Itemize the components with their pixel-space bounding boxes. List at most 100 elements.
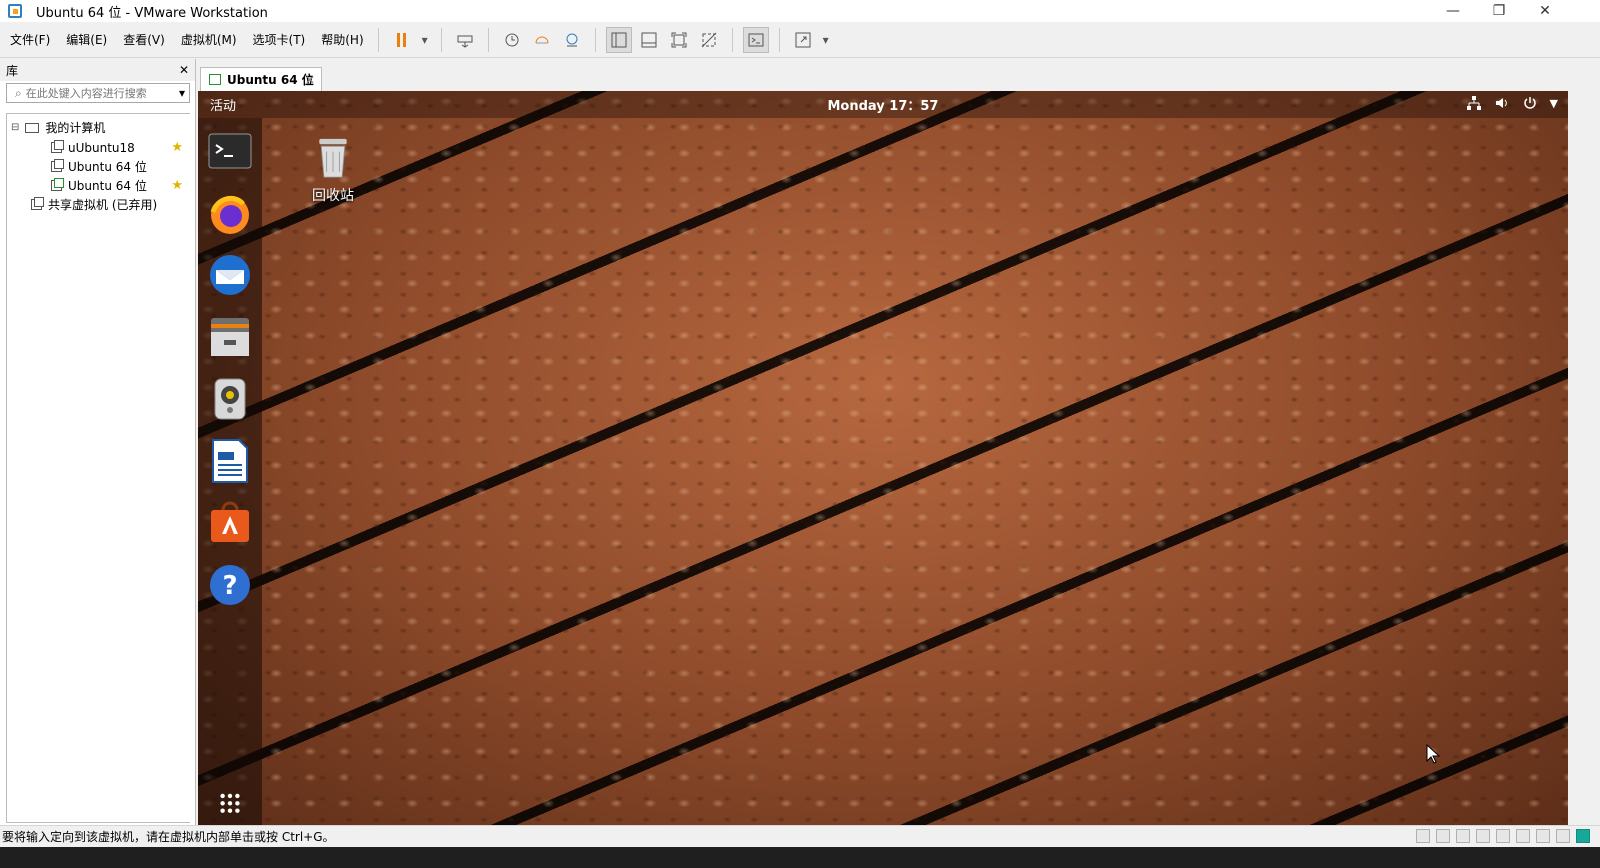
vm-console[interactable]: 活动 Monday 17：57 ▼ ? 回收站: [198, 91, 1568, 825]
windows-taskbar: [0, 847, 1600, 868]
menu-file[interactable]: 文件(F): [4, 31, 56, 48]
clock[interactable]: Monday 17：57: [198, 95, 1568, 114]
network-adapter-icon[interactable]: [1476, 829, 1490, 843]
thunderbird-icon: [210, 255, 250, 295]
menu-tabs[interactable]: 选项卡(T): [247, 31, 312, 48]
ubuntu-software-icon: [211, 501, 249, 542]
printer-icon[interactable]: [1516, 829, 1530, 843]
system-tray[interactable]: ▼: [1466, 95, 1558, 111]
unity-icon: [701, 32, 716, 47]
collapse-icon[interactable]: ⊟: [11, 122, 19, 133]
thunderbird-app[interactable]: [207, 252, 253, 298]
rhythmbox-app[interactable]: [207, 376, 253, 422]
cd-dvd-icon[interactable]: [1436, 829, 1450, 843]
message-log-icon[interactable]: [1576, 829, 1590, 843]
ubuntu-dock: ?: [198, 118, 262, 825]
vm-label: Ubuntu 64 位: [68, 179, 147, 193]
revert-snapshot-button[interactable]: [529, 27, 555, 53]
tree-root-label: 我的计算机: [45, 121, 106, 135]
close-library-icon[interactable]: ✕: [179, 63, 189, 77]
library-search[interactable]: ⌕ ▾: [6, 83, 190, 103]
status-bar: 要将输入定向到该虚拟机，请在虚拟机内部单击或按 Ctrl+G。: [0, 825, 1600, 847]
svg-text:?: ?: [222, 571, 237, 601]
snapshot-manager-button[interactable]: [559, 27, 585, 53]
help-app[interactable]: ?: [207, 562, 253, 608]
stretch-icon: [795, 32, 811, 47]
wallpaper: [198, 91, 1568, 825]
close-button[interactable]: ✕: [1522, 0, 1568, 22]
computer-icon: [25, 122, 40, 133]
window-title: Ubuntu 64 位 - VMware Workstation: [36, 5, 268, 21]
show-thumbnail-button[interactable]: [636, 27, 662, 53]
vm-running-icon: [51, 178, 64, 191]
library-tree: ⊟ 我的计算机 uUbuntu18 ★ Ubuntu 64 位 Ubuntu 6…: [6, 113, 190, 823]
sound-icon[interactable]: [1536, 829, 1550, 843]
menu-help[interactable]: 帮助(H): [315, 31, 369, 48]
vm-label: uUbuntu18: [68, 140, 135, 155]
tree-vm-item[interactable]: uUbuntu18 ★: [51, 138, 189, 157]
display-icon[interactable]: [1556, 829, 1570, 843]
restore-button[interactable]: ❐: [1476, 0, 1522, 22]
vm-tab-label: Ubuntu 64 位: [227, 73, 314, 87]
sidebar-layout-icon: [611, 32, 627, 47]
favorite-star-icon: ★: [171, 178, 183, 193]
vm-running-icon: [209, 74, 221, 85]
pause-icon: [396, 32, 406, 47]
network-icon: [1466, 96, 1481, 110]
tree-vm-item[interactable]: Ubuntu 64 位: [51, 157, 189, 176]
keyboard-icon: [457, 35, 473, 48]
show-library-button[interactable]: [605, 26, 632, 53]
tree-shared-vms[interactable]: 共享虚拟机 (已弃用): [31, 195, 157, 214]
app-grid-icon: [220, 793, 240, 813]
menu-edit[interactable]: 编辑(E): [60, 31, 113, 48]
library-search-input[interactable]: [25, 86, 166, 100]
minimize-button[interactable]: —: [1430, 0, 1476, 22]
firefox-app[interactable]: [207, 190, 253, 236]
favorite-star-icon: ★: [171, 140, 183, 155]
toolbar-separator: [487, 27, 489, 52]
vm-icon: [51, 140, 64, 153]
show-applications-button[interactable]: [207, 790, 253, 824]
toolbar-separator: [440, 27, 442, 52]
pause-button[interactable]: [389, 27, 415, 53]
power-icon: [1523, 97, 1536, 109]
usb-icon[interactable]: [1496, 829, 1510, 843]
hard-disk-icon[interactable]: [1416, 829, 1430, 843]
menu-view[interactable]: 查看(V): [117, 31, 171, 48]
help-icon: ?: [210, 565, 250, 605]
tree-root-my-computer[interactable]: ⊟ 我的计算机: [11, 118, 105, 137]
close-tab-icon[interactable]: ✕: [305, 73, 315, 87]
mouse-cursor-icon: [1426, 744, 1440, 764]
libreoffice-writer-app[interactable]: [207, 438, 253, 484]
vm-icon: [51, 159, 64, 172]
fullscreen-button[interactable]: [666, 27, 692, 53]
snapshot-icon: [505, 33, 519, 46]
unity-button[interactable]: [696, 27, 722, 53]
snapshot-button[interactable]: [499, 27, 525, 53]
search-dropdown-icon[interactable]: ▾: [179, 86, 185, 100]
fullscreen-icon: [671, 32, 687, 47]
pause-dropdown[interactable]: ▾: [419, 27, 431, 53]
stretch-dropdown[interactable]: ▾: [820, 27, 832, 53]
toolbar-separator: [377, 27, 379, 52]
send-ctrl-alt-del-button[interactable]: [452, 27, 478, 53]
files-icon: [211, 318, 249, 356]
stretch-button[interactable]: [790, 27, 816, 53]
menu-vm[interactable]: 虚拟机(M): [175, 31, 243, 48]
search-icon: ⌕: [15, 85, 22, 100]
ubuntu-software-app[interactable]: [207, 500, 253, 546]
vm-tab-bar: Ubuntu 64 位 ✕: [198, 59, 1600, 91]
rhythmbox-icon: [214, 378, 246, 420]
toolbar-separator: [778, 27, 780, 52]
volume-icon: [1495, 98, 1507, 108]
tree-vm-item[interactable]: Ubuntu 64 位 ★: [51, 176, 189, 195]
terminal-app[interactable]: [207, 128, 253, 174]
device-status-icons: [1416, 829, 1590, 843]
trash-desktop-icon[interactable]: 回收站: [302, 135, 364, 205]
floppy-icon[interactable]: [1456, 829, 1470, 843]
console-view-button[interactable]: [742, 26, 769, 53]
trash-icon: [319, 138, 347, 178]
revert-icon: [535, 36, 549, 43]
files-app[interactable]: [207, 314, 253, 360]
vm-tab[interactable]: Ubuntu 64 位 ✕: [200, 67, 322, 91]
